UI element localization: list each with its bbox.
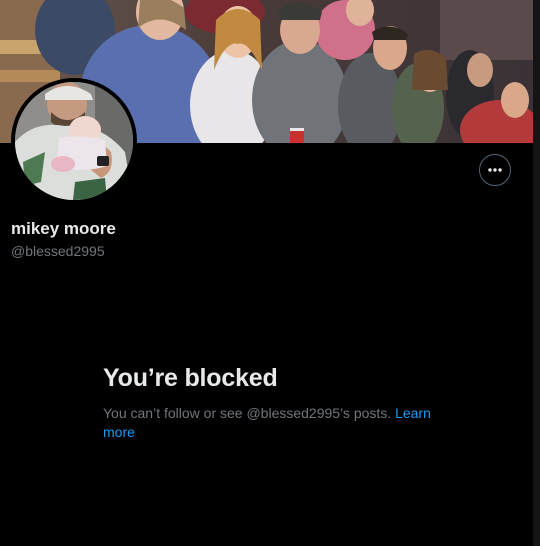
- avatar[interactable]: [15, 82, 133, 200]
- scrollbar[interactable]: [533, 0, 540, 546]
- blocked-message: You can’t follow or see @blessed2995’s p…: [103, 404, 433, 442]
- profile-display-name: mikey moore: [11, 219, 116, 238]
- more-options-button[interactable]: [479, 154, 511, 186]
- blocked-title: You’re blocked: [103, 364, 278, 392]
- more-options-icon: [488, 168, 502, 172]
- father-holding-baby-photo: [15, 82, 133, 200]
- blocked-message-text: You can’t follow or see @blessed2995’s p…: [103, 405, 392, 421]
- profile-handle: @blessed2995: [11, 243, 105, 259]
